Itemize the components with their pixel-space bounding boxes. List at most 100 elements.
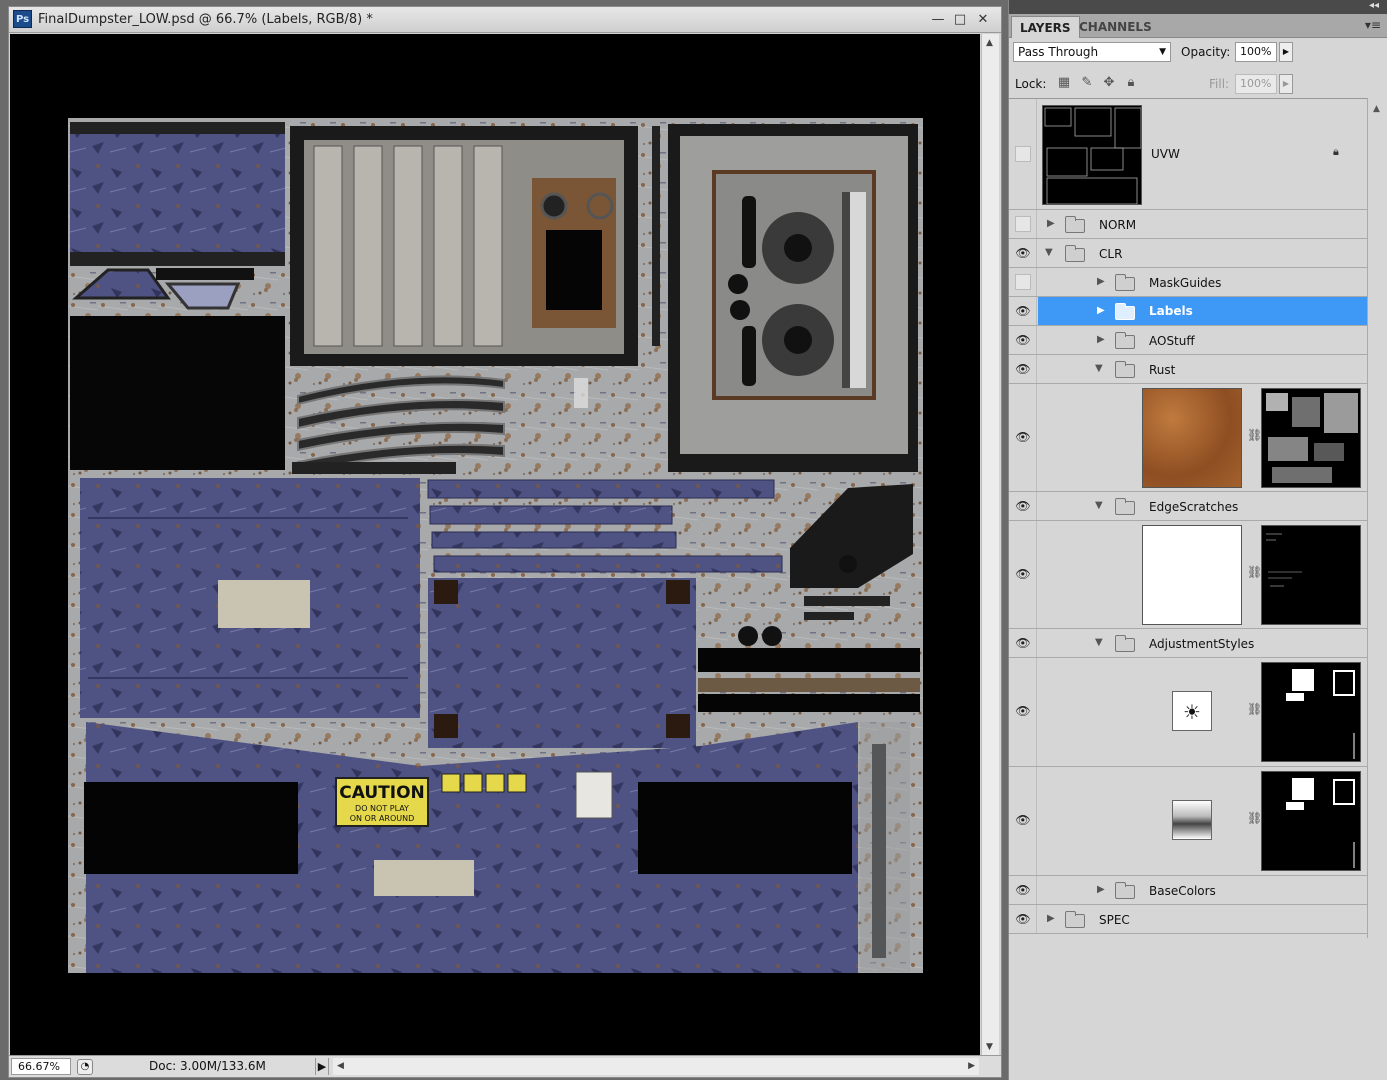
layer-row-edgescratches-fill[interactable]: 👁︎ ⛓︎ [1009,521,1367,629]
chain-link-icon[interactable]: ⛓︎ [1247,428,1262,442]
caution-sign-line1: DO NOT PLAY [355,804,409,813]
uvw-thumbnail-image [1044,107,1141,204]
scroll-down-icon[interactable]: ▼ [986,1042,993,1052]
scroll-right-icon[interactable]: ▶ [968,1061,975,1071]
adjustment-mask-image [1286,669,1355,759]
visibility-cell: 👁︎ [1009,355,1037,383]
tab-layers[interactable]: LAYERS [1011,16,1080,38]
scratch-mask-thumbnail[interactable] [1261,525,1361,625]
layer-thumbnail-uvw[interactable] [1042,105,1142,205]
eye-icon[interactable]: 👁︎ [1015,882,1031,898]
layers-scrollbar[interactable]: ▲ [1367,98,1387,938]
panel-dock-bar: ◂◂ [1009,0,1387,14]
panel-tabs: LAYERS CHANNELS ▾≡ [1009,14,1387,38]
close-button[interactable]: ✕ [974,11,992,28]
visibility-cell: 👁︎ [1009,521,1037,628]
eye-icon[interactable]: 👁︎ [1015,361,1031,377]
collapse-panel-icon[interactable]: ◂◂ [1369,0,1379,11]
scroll-up-icon[interactable]: ▲ [986,38,993,48]
minimize-button[interactable]: — [929,11,947,28]
eye-icon[interactable]: 👁︎ [1015,429,1031,445]
expand-arrow-icon[interactable]: ▶ [1047,913,1055,924]
visibility-cell: 👁︎ [1009,239,1037,267]
layer-name: CLR [1099,247,1123,261]
texture-canvas[interactable]: CAUTION DO NOT PLAY ON OR AROUND [68,118,923,973]
white-fill-thumbnail[interactable] [1142,525,1242,625]
collapse-arrow-icon[interactable]: ▼ [1045,247,1053,258]
layer-row-adjustmentstyles[interactable]: 👁︎ ▼ AdjustmentStyles [1009,629,1367,658]
layer-row-labels[interactable]: 👁︎ ▶ Labels [1009,297,1367,326]
scroll-up-icon[interactable]: ▲ [1373,104,1380,114]
eye-icon[interactable]: 👁︎ [1015,303,1031,319]
expand-arrow-icon[interactable]: ▶ [1097,305,1105,316]
chain-link-icon[interactable]: ⛓︎ [1247,565,1262,579]
canvas-area[interactable]: CAUTION DO NOT PLAY ON OR AROUND [10,34,980,1056]
rust-mask-thumbnail[interactable] [1261,388,1361,488]
eye-icon[interactable]: 👁︎ [1015,703,1031,719]
panel-menu-icon[interactable]: ▾≡ [1365,18,1381,32]
dumpster-texture-image: CAUTION DO NOT PLAY ON OR AROUND [68,118,923,973]
tab-channels[interactable]: CHANNELS [1071,16,1160,38]
zoom-level-field[interactable]: 66.67% [11,1058,71,1075]
expand-arrow-icon[interactable]: ▶ [1097,334,1105,345]
collapse-arrow-icon[interactable]: ▼ [1095,363,1103,374]
layer-row-levels-adjustment[interactable]: 👁︎ ⛓︎ [1009,767,1367,876]
document-titlebar[interactable]: Ps FinalDumpster_LOW.psd @ 66.7% (Labels… [9,7,1001,33]
eye-icon[interactable]: 👁︎ [1015,812,1031,828]
layer-row-rust[interactable]: 👁︎ ▼ Rust [1009,355,1367,384]
visibility-cell: 👁︎ [1009,384,1037,491]
rust-texture-thumbnail[interactable] [1142,388,1242,488]
chain-link-icon[interactable]: ⛓︎ [1247,702,1262,716]
layer-name: BaseColors [1149,884,1216,898]
adjustment-mask-thumbnail[interactable] [1261,662,1361,762]
layer-row-edgescratches[interactable]: 👁︎ ▼ EdgeScratches [1009,492,1367,521]
eye-icon[interactable]: 👁︎ [1015,332,1031,348]
layer-row-clr[interactable]: 👁︎ ▼ CLR [1009,239,1367,268]
layer-row-rust-texture[interactable]: 👁︎ ⛓︎ [1009,384,1367,492]
fill-field[interactable]: 100% [1235,74,1277,94]
expand-arrow-icon[interactable]: ▶ [1097,276,1105,287]
visibility-toggle-empty[interactable] [1015,146,1031,162]
lock-transparent-pixels-icon[interactable]: ▦ [1056,75,1072,91]
opacity-field[interactable]: 100% [1235,42,1277,62]
layer-row-uvw[interactable]: UVW 🔒︎ [1009,99,1367,210]
collapse-arrow-icon[interactable]: ▼ [1095,637,1103,648]
collapse-arrow-icon[interactable]: ▼ [1095,500,1103,511]
expand-arrow-icon[interactable]: ▶ [1047,218,1055,229]
layer-row-aostuff[interactable]: 👁︎ ▶ AOStuff [1009,326,1367,355]
chain-link-icon[interactable]: ⛓︎ [1247,811,1262,825]
adjustment-mask-thumbnail[interactable] [1261,771,1361,871]
folder-icon [1115,332,1135,349]
visibility-toggle-empty[interactable] [1015,274,1031,290]
eye-icon[interactable]: 👁︎ [1015,566,1031,582]
layer-row-maskguides[interactable]: ▶ MaskGuides [1009,268,1367,297]
expand-arrow-icon[interactable]: ▶ [1097,884,1105,895]
document-size-info: Doc: 3.00M/133.6M [149,1059,266,1073]
vertical-scrollbar[interactable]: ▲ ▼ [981,34,999,1056]
visibility-cell: 👁︎ [1009,905,1037,933]
brightness-contrast-icon[interactable]: ☀︎ [1172,691,1212,731]
opacity-slider-arrow-icon[interactable]: ▶ [1279,42,1293,62]
eye-icon[interactable]: 👁︎ [1015,635,1031,651]
status-bar: 66.67% ◔ Doc: 3.00M/133.6M ▶ ◀ ▶ [9,1055,1001,1077]
status-menu-arrow-icon[interactable]: ▶ [315,1058,329,1075]
gradient-map-icon[interactable] [1172,800,1212,840]
layer-row-spec[interactable]: 👁︎ ▶ SPEC [1009,905,1367,934]
eye-icon[interactable]: 👁︎ [1015,245,1031,261]
layer-row-brightness-adjustment[interactable]: 👁︎ ☀︎ ⛓︎ [1009,658,1367,767]
layer-name: AdjustmentStyles [1149,637,1255,651]
horizontal-scrollbar[interactable]: ◀ ▶ [333,1058,979,1075]
lock-image-pixels-icon[interactable]: ✎ [1079,75,1095,91]
layer-row-basecolors[interactable]: 👁︎ ▶ BaseColors [1009,876,1367,905]
lock-position-icon[interactable]: ✥ [1101,75,1117,91]
lock-all-icon[interactable]: 🔒︎ [1123,75,1139,91]
visibility-toggle-empty[interactable] [1015,216,1031,232]
fill-slider-arrow-icon[interactable]: ▶ [1279,74,1293,94]
layer-row-norm[interactable]: ▶ NORM [1009,210,1367,239]
blend-mode-select[interactable]: Pass Through ▼ [1013,42,1171,62]
restore-button[interactable]: □ [951,11,969,28]
scroll-left-icon[interactable]: ◀ [337,1061,344,1071]
eye-icon[interactable]: 👁︎ [1015,498,1031,514]
status-info-icon[interactable]: ◔ [77,1059,93,1075]
eye-icon[interactable]: 👁︎ [1015,911,1031,927]
